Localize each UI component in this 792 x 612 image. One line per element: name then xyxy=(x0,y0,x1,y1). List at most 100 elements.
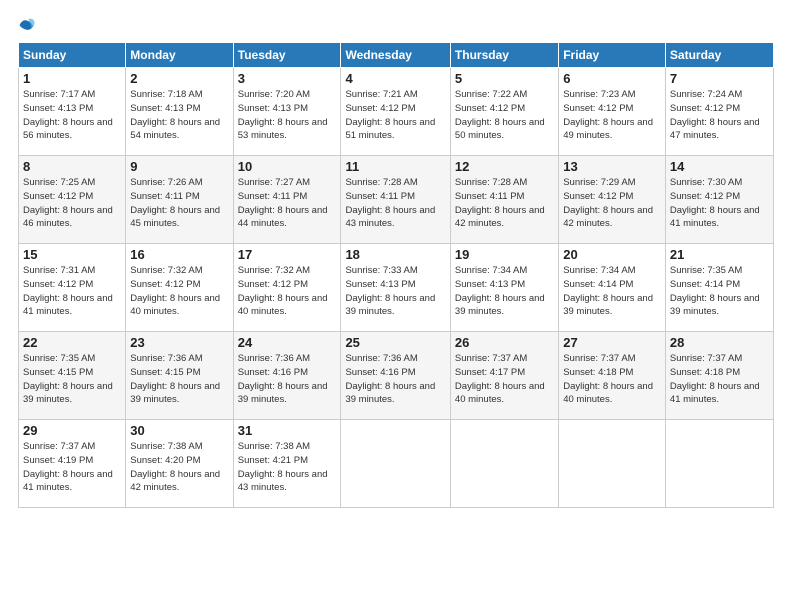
day-info: Sunrise: 7:35 AMSunset: 4:15 PMDaylight:… xyxy=(23,352,121,407)
calendar-cell: 23 Sunrise: 7:36 AMSunset: 4:15 PMDayligh… xyxy=(126,332,233,420)
day-number: 15 xyxy=(23,247,121,262)
day-number: 11 xyxy=(345,159,445,174)
day-number: 27 xyxy=(563,335,661,350)
logo-icon xyxy=(18,16,36,34)
day-number: 4 xyxy=(345,71,445,86)
page: SundayMondayTuesdayWednesdayThursdayFrid… xyxy=(0,0,792,612)
day-number: 10 xyxy=(238,159,337,174)
calendar-week-3: 15 Sunrise: 7:31 AMSunset: 4:12 PMDayligh… xyxy=(19,244,774,332)
calendar-cell: 8 Sunrise: 7:25 AMSunset: 4:12 PMDaylight… xyxy=(19,156,126,244)
day-info: Sunrise: 7:37 AMSunset: 4:17 PMDaylight:… xyxy=(455,352,554,407)
calendar-cell: 4 Sunrise: 7:21 AMSunset: 4:12 PMDaylight… xyxy=(341,68,450,156)
day-number: 5 xyxy=(455,71,554,86)
day-number: 12 xyxy=(455,159,554,174)
day-info: Sunrise: 7:17 AMSunset: 4:13 PMDaylight:… xyxy=(23,88,121,143)
calendar-cell: 3 Sunrise: 7:20 AMSunset: 4:13 PMDaylight… xyxy=(233,68,341,156)
calendar-cell: 15 Sunrise: 7:31 AMSunset: 4:12 PMDayligh… xyxy=(19,244,126,332)
day-info: Sunrise: 7:30 AMSunset: 4:12 PMDaylight:… xyxy=(670,176,769,231)
calendar-cell: 25 Sunrise: 7:36 AMSunset: 4:16 PMDayligh… xyxy=(341,332,450,420)
calendar-cell: 24 Sunrise: 7:36 AMSunset: 4:16 PMDayligh… xyxy=(233,332,341,420)
day-number: 3 xyxy=(238,71,337,86)
day-header-sunday: Sunday xyxy=(19,43,126,68)
day-info: Sunrise: 7:36 AMSunset: 4:16 PMDaylight:… xyxy=(238,352,337,407)
day-info: Sunrise: 7:26 AMSunset: 4:11 PMDaylight:… xyxy=(130,176,228,231)
calendar-week-1: 1Sunrise: 7:17 AMSunset: 4:13 PMDaylight… xyxy=(19,68,774,156)
day-number: 28 xyxy=(670,335,769,350)
day-number: 23 xyxy=(130,335,228,350)
day-info: Sunrise: 7:28 AMSunset: 4:11 PMDaylight:… xyxy=(455,176,554,231)
calendar-cell: 30Sunrise: 7:38 AMSunset: 4:20 PMDayligh… xyxy=(126,420,233,508)
day-info: Sunrise: 7:32 AMSunset: 4:12 PMDaylight:… xyxy=(130,264,228,319)
day-number: 24 xyxy=(238,335,337,350)
calendar-cell: 5 Sunrise: 7:22 AMSunset: 4:12 PMDaylight… xyxy=(450,68,558,156)
calendar-week-5: 29 Sunrise: 7:37 AMSunset: 4:19 PMDayligh… xyxy=(19,420,774,508)
day-number: 16 xyxy=(130,247,228,262)
day-number: 14 xyxy=(670,159,769,174)
day-number: 26 xyxy=(455,335,554,350)
calendar-cell: 14 Sunrise: 7:30 AMSunset: 4:12 PMDayligh… xyxy=(665,156,773,244)
calendar-cell xyxy=(559,420,666,508)
calendar-cell: 1Sunrise: 7:17 AMSunset: 4:13 PMDaylight… xyxy=(19,68,126,156)
day-info: Sunrise: 7:37 AMSunset: 4:18 PMDaylight:… xyxy=(563,352,661,407)
day-info: Sunrise: 7:37 AMSunset: 4:18 PMDaylight:… xyxy=(670,352,769,407)
calendar-cell: 29 Sunrise: 7:37 AMSunset: 4:19 PMDayligh… xyxy=(19,420,126,508)
calendar-cell: 19 Sunrise: 7:34 AMSunset: 4:13 PMDayligh… xyxy=(450,244,558,332)
calendar-cell: 20 Sunrise: 7:34 AMSunset: 4:14 PMDayligh… xyxy=(559,244,666,332)
day-header-tuesday: Tuesday xyxy=(233,43,341,68)
calendar-cell: 27 Sunrise: 7:37 AMSunset: 4:18 PMDayligh… xyxy=(559,332,666,420)
day-header-friday: Friday xyxy=(559,43,666,68)
calendar-cell: 12 Sunrise: 7:28 AMSunset: 4:11 PMDayligh… xyxy=(450,156,558,244)
day-info: Sunrise: 7:31 AMSunset: 4:12 PMDaylight:… xyxy=(23,264,121,319)
day-info: Sunrise: 7:22 AMSunset: 4:12 PMDaylight:… xyxy=(455,88,554,143)
calendar-week-4: 22 Sunrise: 7:35 AMSunset: 4:15 PMDayligh… xyxy=(19,332,774,420)
day-info: Sunrise: 7:20 AMSunset: 4:13 PMDaylight:… xyxy=(238,88,337,143)
day-info: Sunrise: 7:35 AMSunset: 4:14 PMDaylight:… xyxy=(670,264,769,319)
day-header-monday: Monday xyxy=(126,43,233,68)
day-number: 19 xyxy=(455,247,554,262)
calendar-cell: 11 Sunrise: 7:28 AMSunset: 4:11 PMDayligh… xyxy=(341,156,450,244)
day-number: 31 xyxy=(238,423,337,438)
day-number: 6 xyxy=(563,71,661,86)
day-info: Sunrise: 7:18 AMSunset: 4:13 PMDaylight:… xyxy=(130,88,228,143)
calendar-cell: 9Sunrise: 7:26 AMSunset: 4:11 PMDaylight… xyxy=(126,156,233,244)
logo xyxy=(18,16,40,34)
day-number: 20 xyxy=(563,247,661,262)
day-info: Sunrise: 7:33 AMSunset: 4:13 PMDaylight:… xyxy=(345,264,445,319)
day-info: Sunrise: 7:36 AMSunset: 4:16 PMDaylight:… xyxy=(345,352,445,407)
day-number: 2 xyxy=(130,71,228,86)
calendar-cell: 26 Sunrise: 7:37 AMSunset: 4:17 PMDayligh… xyxy=(450,332,558,420)
day-number: 8 xyxy=(23,159,121,174)
day-number: 22 xyxy=(23,335,121,350)
logo-area xyxy=(18,16,40,34)
day-info: Sunrise: 7:27 AMSunset: 4:11 PMDaylight:… xyxy=(238,176,337,231)
day-number: 18 xyxy=(345,247,445,262)
day-info: Sunrise: 7:34 AMSunset: 4:13 PMDaylight:… xyxy=(455,264,554,319)
calendar-cell xyxy=(450,420,558,508)
calendar-cell: 16 Sunrise: 7:32 AMSunset: 4:12 PMDayligh… xyxy=(126,244,233,332)
day-info: Sunrise: 7:23 AMSunset: 4:12 PMDaylight:… xyxy=(563,88,661,143)
calendar-cell: 10 Sunrise: 7:27 AMSunset: 4:11 PMDayligh… xyxy=(233,156,341,244)
calendar-cell: 2 Sunrise: 7:18 AMSunset: 4:13 PMDaylight… xyxy=(126,68,233,156)
calendar-cell xyxy=(665,420,773,508)
calendar-cell: 21Sunrise: 7:35 AMSunset: 4:14 PMDayligh… xyxy=(665,244,773,332)
calendar-cell xyxy=(341,420,450,508)
day-header-thursday: Thursday xyxy=(450,43,558,68)
day-number: 25 xyxy=(345,335,445,350)
calendar-body: 1Sunrise: 7:17 AMSunset: 4:13 PMDaylight… xyxy=(19,68,774,508)
day-info: Sunrise: 7:28 AMSunset: 4:11 PMDaylight:… xyxy=(345,176,445,231)
day-number: 30 xyxy=(130,423,228,438)
day-info: Sunrise: 7:38 AMSunset: 4:21 PMDaylight:… xyxy=(238,440,337,495)
day-header-saturday: Saturday xyxy=(665,43,773,68)
calendar-cell: 7Sunrise: 7:24 AMSunset: 4:12 PMDaylight… xyxy=(665,68,773,156)
calendar-header: SundayMondayTuesdayWednesdayThursdayFrid… xyxy=(19,43,774,68)
calendar-week-2: 8 Sunrise: 7:25 AMSunset: 4:12 PMDaylight… xyxy=(19,156,774,244)
day-info: Sunrise: 7:34 AMSunset: 4:14 PMDaylight:… xyxy=(563,264,661,319)
day-number: 7 xyxy=(670,71,769,86)
day-info: Sunrise: 7:21 AMSunset: 4:12 PMDaylight:… xyxy=(345,88,445,143)
day-info: Sunrise: 7:32 AMSunset: 4:12 PMDaylight:… xyxy=(238,264,337,319)
day-number: 29 xyxy=(23,423,121,438)
day-info: Sunrise: 7:25 AMSunset: 4:12 PMDaylight:… xyxy=(23,176,121,231)
day-info: Sunrise: 7:36 AMSunset: 4:15 PMDaylight:… xyxy=(130,352,228,407)
day-info: Sunrise: 7:37 AMSunset: 4:19 PMDaylight:… xyxy=(23,440,121,495)
calendar-cell: 18 Sunrise: 7:33 AMSunset: 4:13 PMDayligh… xyxy=(341,244,450,332)
